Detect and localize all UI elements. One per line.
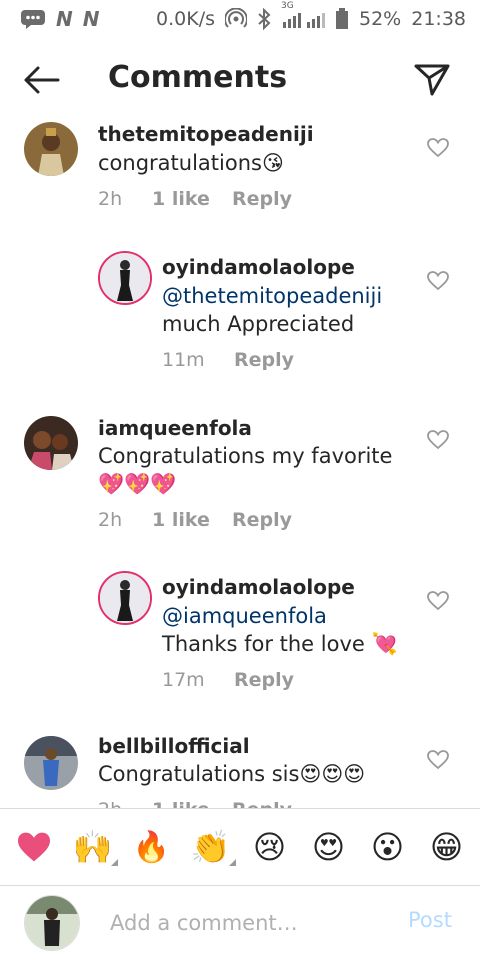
comment-list[interactable]: thetemitopeadeniji congratulations😘 2h 1… <box>0 114 480 808</box>
quick-reaction-bar: 🙌 🔥 👏 😢 😍 😮 😁 <box>0 808 480 886</box>
avatar[interactable] <box>98 571 152 625</box>
reply-button[interactable]: Reply <box>232 799 292 808</box>
clapping-reaction-button[interactable]: 👏 <box>190 826 236 868</box>
signal-icon: 3G <box>281 1 325 29</box>
comment-meta: 11m Reply <box>162 349 294 371</box>
heart-eyes-reaction-button[interactable]: 😍 <box>308 826 350 868</box>
network-speed: 0.0K/s <box>156 8 215 30</box>
network-type: 3G <box>281 1 294 11</box>
like-heart-icon[interactable] <box>427 591 449 611</box>
comment-text: Congratulations my favorite <box>98 444 393 468</box>
mention-link[interactable]: @iamqueenfola <box>162 602 327 630</box>
like-heart-icon[interactable] <box>427 271 449 291</box>
skin-tone-indicator <box>110 859 118 866</box>
comment-text: Thanks for the love 💘 <box>162 632 398 656</box>
comment-username[interactable]: oyindamolaolope <box>162 255 355 279</box>
skin-tone-indicator <box>228 859 236 866</box>
paper-plane-icon <box>414 64 450 96</box>
comment-time: 11m <box>162 349 205 371</box>
avatar[interactable] <box>24 736 78 790</box>
comment-username[interactable]: bellbillofficial <box>98 734 250 758</box>
avatar[interactable] <box>24 416 78 470</box>
back-button[interactable] <box>22 64 62 96</box>
comment-meta: 17m Reply <box>162 669 294 691</box>
add-comment-bar: Post <box>0 886 480 960</box>
raised-hands-icon: 🙌 <box>72 828 113 866</box>
comment-meta: 2h 1 like Reply <box>98 188 292 210</box>
message-icon <box>20 9 46 29</box>
surprised-face-icon: 😮 <box>370 828 405 866</box>
comment-text: much Appreciated <box>162 312 355 336</box>
raised-hands-reaction-button[interactable]: 🙌 <box>72 826 118 868</box>
comment-time: 2h <box>98 799 152 808</box>
crying-face-icon: 😢 <box>252 828 287 866</box>
like-count[interactable]: 1 like <box>152 188 232 210</box>
direct-message-button[interactable] <box>412 60 452 100</box>
comment-username[interactable]: thetemitopeadeniji <box>98 122 314 146</box>
like-heart-icon[interactable] <box>427 430 449 450</box>
surprised-reaction-button[interactable]: 😮 <box>367 826 409 868</box>
clock: 21:38 <box>411 8 466 30</box>
comment-time: 17m <box>162 669 205 691</box>
heart-reaction-button[interactable] <box>13 826 55 868</box>
heart-eyes-icon: 😍 <box>311 828 346 866</box>
hotspot-icon <box>225 8 247 30</box>
header: Comments <box>0 46 480 114</box>
crying-reaction-button[interactable]: 😢 <box>249 826 291 868</box>
carrier-n-icon: N <box>56 7 73 31</box>
like-heart-icon[interactable] <box>427 138 449 158</box>
comment-input[interactable] <box>108 904 392 942</box>
avatar[interactable] <box>24 122 78 176</box>
bluetooth-icon <box>257 8 271 30</box>
like-count[interactable]: 1 like <box>152 509 232 531</box>
comment-username[interactable]: oyindamolaolope <box>162 575 355 599</box>
avatar <box>24 895 80 951</box>
fire-reaction-button[interactable]: 🔥 <box>131 826 173 868</box>
comment-meta: 2h 1 like Reply <box>98 799 292 808</box>
mention-link[interactable]: @thetemitopeadeniji <box>162 282 382 310</box>
reply-button[interactable]: Reply <box>234 349 294 371</box>
heart-icon <box>17 832 50 862</box>
reply-button[interactable]: Reply <box>232 188 292 210</box>
comment-username[interactable]: iamqueenfola <box>98 416 252 440</box>
battery-icon <box>335 8 349 30</box>
like-heart-icon[interactable] <box>427 750 449 770</box>
avatar[interactable] <box>98 251 152 305</box>
comment-text: 💖💖💖 <box>98 472 177 496</box>
reply-button[interactable]: Reply <box>234 669 294 691</box>
back-arrow-icon <box>24 66 60 94</box>
grinning-face-icon: 😁 <box>429 828 464 866</box>
page-title: Comments <box>108 60 288 95</box>
comment-time: 2h <box>98 188 123 210</box>
comment-time: 2h <box>98 509 123 531</box>
comment-text: Congratulations sis😍😍😍 <box>98 762 366 786</box>
comment-text: congratulations😘 <box>98 151 284 175</box>
clapping-hands-icon: 👏 <box>190 828 231 866</box>
carrier-n-icon: N <box>82 7 100 31</box>
post-button[interactable]: Post <box>408 908 452 932</box>
grinning-reaction-button[interactable]: 😁 <box>426 826 468 868</box>
reply-button[interactable]: Reply <box>232 509 292 531</box>
fire-icon: 🔥 <box>132 829 171 865</box>
battery-percent: 52% <box>359 8 402 30</box>
comment-meta: 2h 1 like Reply <box>98 509 292 531</box>
like-count[interactable]: 1 like <box>152 799 232 808</box>
status-bar: N N 0.0K/s 3G 52% 21:38 <box>0 0 480 38</box>
